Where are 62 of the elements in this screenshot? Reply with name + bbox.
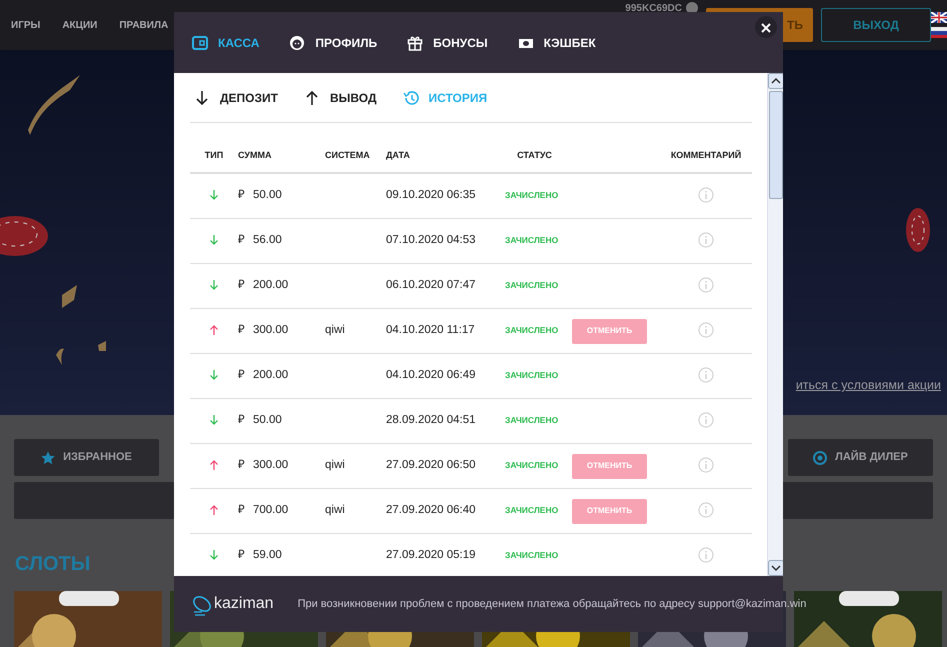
footer-text: При возникновении проблем с проведением платежа обращайтесь по адресу support@kaziman.win [298,596,806,612]
amount-text: 200.00 [253,278,288,294]
status-text: ЗАЧИСЛЕНО [505,325,558,336]
column-header: ТИП [204,150,224,160]
payment-system: qiwi [325,459,345,472]
category-button[interactable]: ИЗБРАННОЕ [14,439,159,476]
payment-system: qiwi [325,504,345,516]
currency-sign: ₽ [238,323,245,338]
subtab[interactable]: ДЕПОЗИТ [194,88,278,106]
date-text: 06.10.2020 07:47 [386,279,476,292]
date-text: 28.09.2020 04:51 [386,414,476,426]
subtab[interactable]: ВЫВОД [304,88,376,106]
currency-sign: ₽ [238,188,245,204]
status-text: ЗАЧИСЛЕНО [505,370,558,380]
status-text: ЗАЧИСЛЕНО [505,415,558,426]
section-title: СЛОТЫ [15,552,90,577]
payment-system: qiwi [325,324,345,336]
status-text: ЗАЧИСЛЕНО [505,190,558,200]
status-text: ЗАЧИСЛЕНО [505,235,558,246]
amount-text: 50.00 [253,188,282,204]
currency-sign: ₽ [238,278,245,294]
date-text: 04.10.2020 06:49 [386,369,476,382]
amount-text: 59.00 [253,548,282,564]
status-text: ЗАЧИСЛЕНО [505,460,558,470]
column-header: СУММА [238,150,272,160]
amount-text: 56.00 [253,233,282,248]
amount-text: 300.00 [253,458,288,474]
currency-sign: ₽ [238,548,245,564]
column-header: СТАТУС [517,150,552,160]
date-text: 27.09.2020 06:40 [386,504,476,516]
status-text: ЗАЧИСЛЕНО [505,505,558,516]
currency-sign: ₽ [238,413,245,428]
promo-link[interactable]: иться с условиями акции [796,376,941,395]
date-text: 27.09.2020 05:19 [386,549,476,562]
amount-text: 200.00 [253,368,288,384]
modal-tab[interactable]: КЭШБЕК [518,34,596,52]
category-button[interactable]: ЛАЙВ ДИЛЕР [788,439,933,476]
logout-button[interactable]: ВЫХОД [821,8,931,42]
status-text: ЗАЧИСЛЕНО [505,280,558,290]
date-text: 27.09.2020 06:50 [386,459,476,472]
date-text: 07.10.2020 04:53 [386,234,476,246]
amount-text: 300.00 [253,323,288,338]
amount-text: 50.00 [253,413,282,428]
currency-sign: ₽ [238,233,245,248]
column-header: ДАТА [386,150,410,160]
currency-sign: ₽ [238,368,245,384]
nav-link[interactable]: АКЦИИ [62,18,98,32]
amount-text: 700.00 [253,503,288,518]
user-id: 995KC69DC [625,2,682,16]
modal-tab[interactable]: БОНУСЫ [407,34,488,52]
modal-tab[interactable]: ПРОФИЛЬ [289,34,378,52]
modal-tab[interactable]: КАССА [192,34,260,52]
nav-link[interactable]: ПРАВИЛА [119,18,168,32]
currency-sign: ₽ [238,458,245,474]
column-header: КОММЕНТАРИЙ [670,150,742,160]
logo-text: kaziman [214,594,274,614]
date-text: 09.10.2020 06:35 [386,189,476,202]
column-header: СИСТЕМА [325,150,370,160]
nav-link[interactable]: ИГРЫ [11,18,40,32]
status-text: ЗАЧИСЛЕНО [505,550,558,560]
currency-sign: ₽ [238,503,245,518]
date-text: 04.10.2020 11:17 [386,324,475,336]
